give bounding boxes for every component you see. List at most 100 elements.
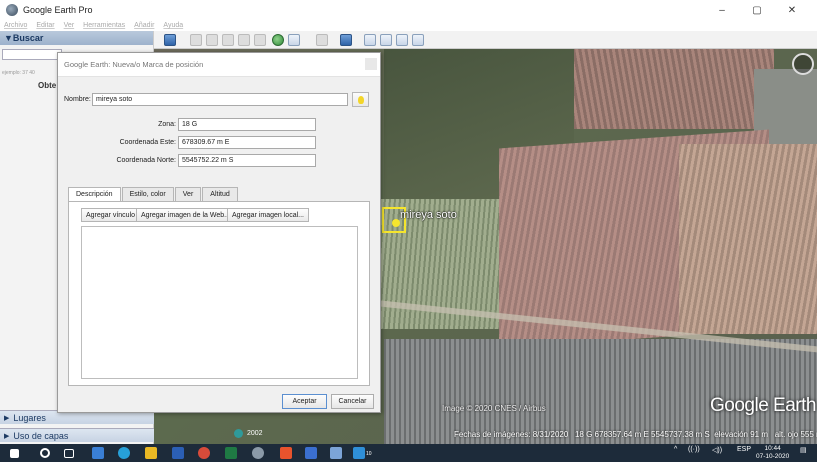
imagery-credit: Image © 2020 CNES / Airbus — [442, 404, 546, 413]
title-bar: Google Earth Pro — [0, 0, 817, 20]
add-web-image-button[interactable]: Agregar imagen de la Web... — [136, 208, 235, 222]
search-button[interactable]: Obte — [38, 81, 56, 90]
clock-time: 10:44 — [764, 445, 781, 452]
east-coordinate-label: Coordenada Este: — [119, 139, 176, 146]
language-indicator[interactable]: ESP — [737, 446, 751, 453]
north-coordinate-label: Coordenada Norte: — [116, 157, 176, 164]
placemark-pin-icon[interactable] — [392, 219, 400, 227]
name-field[interactable]: mireya soto — [92, 93, 348, 106]
minimize-button[interactable]: – — [705, 0, 739, 20]
placemark-label: mireya soto — [400, 209, 457, 221]
search-input[interactable] — [2, 49, 62, 60]
polygon-icon[interactable] — [206, 34, 218, 46]
app-icon[interactable] — [305, 447, 317, 459]
placemark-icon[interactable] — [190, 34, 202, 46]
menu-editar[interactable]: Editar — [36, 22, 54, 29]
file-explorer-icon[interactable] — [145, 447, 157, 459]
maximize-button[interactable]: ▢ — [740, 0, 774, 20]
sidebar-toggle-icon[interactable] — [164, 34, 176, 46]
path-icon[interactable] — [222, 34, 234, 46]
menu-herramientas[interactable]: Herramientas — [83, 22, 125, 29]
cursor-coordinates: 18 G 678357.64 m E 5545737.38 m S — [574, 430, 710, 439]
east-coordinate-field[interactable]: 678309.67 m E — [178, 136, 316, 149]
compass-icon[interactable] — [792, 53, 814, 75]
search-hint: ejemplo: 37 40 — [2, 70, 35, 76]
expand-arrow-icon: ▶ — [4, 414, 10, 422]
store-icon[interactable] — [353, 447, 365, 459]
chrome-icon[interactable] — [198, 447, 210, 459]
eye-altitude: alt. ojo 555 m — [774, 430, 817, 439]
email-icon[interactable] — [364, 34, 376, 46]
expand-arrow-icon: ▶ — [4, 432, 10, 440]
north-coordinate-field[interactable]: 5545752.22 m S — [178, 154, 316, 167]
accept-button[interactable]: Aceptar — [282, 394, 327, 409]
zone-field[interactable]: 18 G — [178, 118, 316, 131]
history-year: 2002 — [247, 430, 263, 437]
description-textarea[interactable] — [81, 226, 358, 379]
overlay-icon[interactable] — [238, 34, 250, 46]
print-icon[interactable] — [380, 34, 392, 46]
clock-icon — [234, 429, 243, 438]
search-panel-header[interactable]: ▼Buscar — [0, 31, 153, 45]
search-icon[interactable] — [40, 448, 50, 458]
ruler-icon[interactable] — [340, 34, 352, 46]
placemark-icon-button[interactable] — [352, 92, 369, 107]
maps-icon[interactable] — [412, 34, 424, 46]
add-link-button[interactable]: Agregar vínculo — [81, 208, 141, 222]
windows-start-icon[interactable] — [10, 449, 19, 458]
google-earth-taskbar-icon[interactable] — [252, 447, 264, 459]
tour-icon[interactable] — [254, 34, 266, 46]
add-local-image-button[interactable]: Agregar imagen local... — [227, 208, 309, 222]
google-earth-logo: Google Earth — [710, 395, 816, 416]
edge-browser-icon[interactable] — [118, 447, 130, 459]
places-label: Lugares — [13, 412, 46, 423]
cancel-button[interactable]: Cancelar — [331, 394, 374, 409]
layers-label: Uso de capas — [13, 430, 69, 441]
planets-icon[interactable] — [316, 34, 328, 46]
clock-date: 07-10-2020 — [756, 453, 790, 460]
dialog-tabs: Descripción Estilo, color Ver Altitud — [68, 187, 239, 201]
description-tab-panel: Agregar vínculo Agregar imagen de la Web… — [68, 201, 370, 386]
volume-icon[interactable]: ◁)) — [712, 446, 722, 454]
history-year-badge[interactable]: 2002 — [234, 429, 263, 438]
pushpin-icon — [357, 95, 364, 104]
tab-descripcion[interactable]: Descripción — [68, 187, 121, 201]
history-icon[interactable] — [272, 34, 284, 46]
file-manager-icon[interactable] — [92, 447, 104, 459]
wifi-icon[interactable]: ((·)) — [688, 446, 700, 453]
menu-archivo[interactable]: Archivo — [4, 22, 27, 29]
toolbar — [154, 31, 817, 49]
close-button[interactable]: ✕ — [775, 0, 809, 20]
notification-icon[interactable]: ▤ — [800, 446, 807, 454]
menu-ver[interactable]: Ver — [64, 22, 75, 29]
layers-panel-header[interactable]: ▶ Uso de capas — [0, 428, 154, 442]
tab-estilo-color[interactable]: Estilo, color — [121, 187, 174, 201]
menu-anadir[interactable]: Añadir — [134, 22, 154, 29]
dialog-title: Google Earth: Nueva/o Marca de posición — [58, 53, 380, 77]
calculator-icon[interactable] — [330, 447, 342, 459]
google-earth-app-icon — [6, 4, 18, 16]
zone-label: Zona: — [158, 121, 176, 128]
new-placemark-dialog: Google Earth: Nueva/o Marca de posición … — [57, 52, 381, 413]
terrain-patch — [384, 339, 817, 444]
word-icon[interactable] — [172, 447, 184, 459]
windows-taskbar: 10 ^ ((·)) ◁)) ESP 10:44 07-10-2020 ▤ — [0, 444, 817, 462]
status-bar: Fechas de imágenes: 8/31/2020 18 G 67835… — [454, 430, 817, 439]
system-clock[interactable]: 10:44 07-10-2020 — [756, 445, 789, 461]
tab-altitud[interactable]: Altitud — [202, 187, 238, 201]
imagery-date: Fechas de imágenes: 8/31/2020 — [454, 430, 569, 439]
terrain-patch — [574, 49, 774, 129]
elevation: elevación 91 m — [714, 430, 769, 439]
task-view-icon[interactable] — [64, 449, 74, 458]
menu-ayuda[interactable]: Ayuda — [163, 22, 183, 29]
save-image-icon[interactable] — [396, 34, 408, 46]
sun-icon[interactable] — [288, 34, 300, 46]
acrobat-icon[interactable] — [280, 447, 292, 459]
tab-ver[interactable]: Ver — [174, 187, 202, 201]
dialog-close-button[interactable] — [365, 58, 377, 70]
taskbar-badge-count: 10 — [366, 451, 372, 457]
tray-chevron-icon[interactable]: ^ — [674, 446, 677, 453]
excel-icon[interactable] — [225, 447, 237, 459]
terrain-patch — [679, 144, 817, 334]
menu-bar: Archivo Editar Ver Herramientas Añadir A… — [0, 20, 817, 31]
